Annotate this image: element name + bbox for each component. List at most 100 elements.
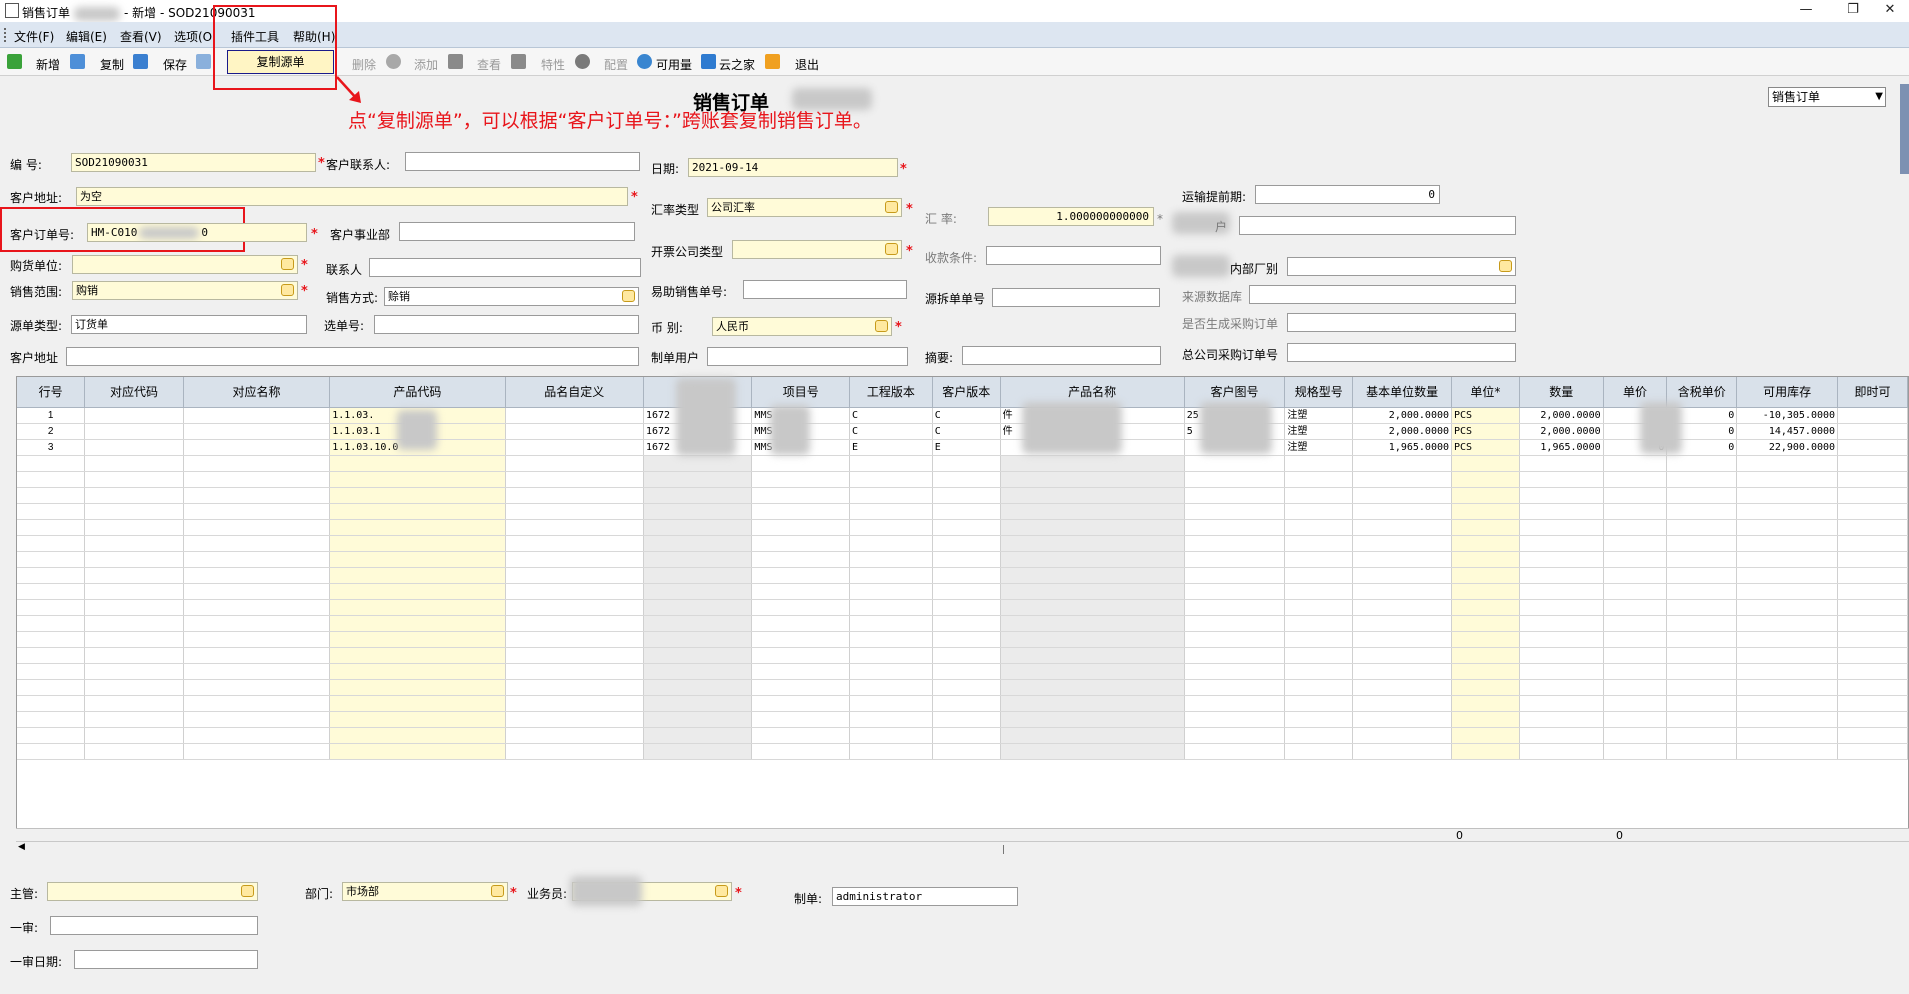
- rate-type-field[interactable]: 公司汇率: [707, 198, 902, 217]
- copy-button[interactable]: 复制: [100, 56, 124, 73]
- table-cell[interactable]: PCS: [1451, 423, 1520, 440]
- table-cell[interactable]: [751, 743, 850, 760]
- table-cell[interactable]: [505, 487, 644, 504]
- table-cell[interactable]: [1000, 743, 1185, 760]
- table-cell[interactable]: [1666, 535, 1738, 552]
- table-cell[interactable]: [329, 567, 506, 584]
- table-cell[interactable]: [643, 551, 753, 568]
- table-cell[interactable]: [329, 551, 506, 568]
- table-cell[interactable]: [1000, 503, 1185, 520]
- table-cell[interactable]: 注塑: [1284, 439, 1354, 456]
- side-panel-tab[interactable]: [1900, 84, 1909, 174]
- table-cell[interactable]: [183, 423, 331, 440]
- table-cell[interactable]: [183, 727, 331, 744]
- table-cell[interactable]: [1000, 551, 1185, 568]
- table-row[interactable]: [17, 551, 1908, 568]
- table-cell[interactable]: [1519, 599, 1604, 616]
- table-cell[interactable]: [183, 535, 331, 552]
- table-cell[interactable]: [1352, 567, 1453, 584]
- table-cell[interactable]: [1184, 743, 1286, 760]
- contact-field[interactable]: [369, 258, 641, 277]
- menu-view[interactable]: 查看(V): [120, 28, 162, 46]
- table-cell[interactable]: [932, 519, 1001, 536]
- table-cell[interactable]: [183, 487, 331, 504]
- table-cell[interactable]: [1284, 503, 1354, 520]
- table-cell[interactable]: [932, 631, 1001, 648]
- table-row[interactable]: [17, 455, 1908, 472]
- table-cell[interactable]: [1352, 519, 1453, 536]
- table-cell[interactable]: [1837, 407, 1908, 424]
- table-cell[interactable]: [932, 471, 1001, 488]
- table-cell[interactable]: [1284, 711, 1354, 728]
- table-cell[interactable]: [751, 727, 850, 744]
- col-header[interactable]: 产品代码: [329, 377, 506, 408]
- contact-person-field[interactable]: [405, 152, 640, 171]
- sales-scope-field[interactable]: 购销: [72, 281, 298, 300]
- table-cell[interactable]: [849, 663, 933, 680]
- table-cell[interactable]: [1603, 455, 1668, 472]
- col-header[interactable]: 可用库存: [1736, 377, 1839, 408]
- table-cell[interactable]: [1352, 599, 1453, 616]
- table-cell[interactable]: [1284, 599, 1354, 616]
- table-cell[interactable]: [1451, 455, 1520, 472]
- table-row[interactable]: [17, 679, 1908, 696]
- business-dept-field[interactable]: [399, 222, 635, 241]
- table-cell[interactable]: [1000, 647, 1185, 664]
- buyer-field[interactable]: [72, 255, 298, 274]
- table-cell[interactable]: [1837, 743, 1908, 760]
- table-cell[interactable]: [1837, 471, 1908, 488]
- table-row[interactable]: 1 1.1.03. 1672 MMS C C 件 25 注塑 2,000.0000 PCS 2,000…: [17, 407, 1908, 424]
- table-cell[interactable]: 注塑: [1284, 423, 1354, 440]
- table-cell[interactable]: [1184, 503, 1286, 520]
- table-cell[interactable]: [849, 567, 933, 584]
- table-cell[interactable]: [17, 519, 86, 536]
- table-cell[interactable]: [1451, 567, 1520, 584]
- hq-po-field[interactable]: [1287, 343, 1516, 362]
- view-button[interactable]: 查看: [477, 56, 501, 73]
- table-cell[interactable]: [1603, 551, 1668, 568]
- table-cell[interactable]: [1837, 583, 1908, 600]
- table-cell[interactable]: [1451, 535, 1520, 552]
- table-cell[interactable]: [84, 711, 184, 728]
- table-cell[interactable]: [1352, 455, 1453, 472]
- table-cell[interactable]: 2,000.0000: [1352, 407, 1453, 424]
- table-cell[interactable]: [1519, 583, 1604, 600]
- table-row[interactable]: [17, 503, 1908, 520]
- col-header[interactable]: 品名自定义: [505, 377, 644, 408]
- table-cell[interactable]: [183, 471, 331, 488]
- table-cell[interactable]: [1736, 679, 1839, 696]
- table-row[interactable]: [17, 567, 1908, 584]
- date-field[interactable]: 2021-09-14: [688, 158, 898, 177]
- table-cell[interactable]: PCS: [1451, 407, 1520, 424]
- table-cell[interactable]: [849, 679, 933, 696]
- table-cell[interactable]: [1837, 455, 1908, 472]
- table-cell[interactable]: [1451, 503, 1520, 520]
- customer-order-field[interactable]: HM-C010 0: [87, 223, 307, 242]
- table-cell[interactable]: [1451, 487, 1520, 504]
- table-cell[interactable]: [84, 631, 184, 648]
- table-cell[interactable]: PCS: [1451, 439, 1520, 456]
- table-cell[interactable]: [1603, 663, 1668, 680]
- table-cell[interactable]: [1519, 727, 1604, 744]
- table-cell[interactable]: [932, 743, 1001, 760]
- table-cell[interactable]: [1666, 663, 1738, 680]
- table-cell[interactable]: [1736, 663, 1839, 680]
- table-cell[interactable]: [329, 599, 506, 616]
- table-cell[interactable]: [17, 679, 86, 696]
- table-cell[interactable]: [505, 583, 644, 600]
- table-cell[interactable]: [1000, 695, 1185, 712]
- table-cell[interactable]: [1837, 631, 1908, 648]
- table-cell[interactable]: [932, 679, 1001, 696]
- table-cell[interactable]: [1736, 519, 1839, 536]
- table-cell[interactable]: [1184, 519, 1286, 536]
- table-cell[interactable]: [1837, 439, 1908, 456]
- table-cell[interactable]: [84, 551, 184, 568]
- save-button[interactable]: 保存: [163, 56, 187, 73]
- table-cell[interactable]: [1352, 487, 1453, 504]
- table-cell[interactable]: [329, 711, 506, 728]
- source-type-field[interactable]: 订货单: [71, 315, 307, 334]
- table-cell[interactable]: [751, 583, 850, 600]
- col-header[interactable]: 客户版本: [932, 377, 1001, 408]
- table-cell[interactable]: [1666, 695, 1738, 712]
- table-cell[interactable]: [1666, 471, 1738, 488]
